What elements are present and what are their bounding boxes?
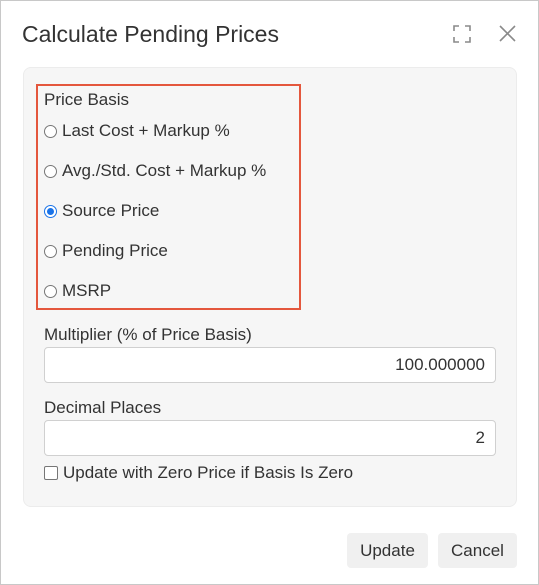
radio-button[interactable]	[44, 124, 57, 138]
price-basis-label: Price Basis	[44, 90, 130, 109]
maximize-icon[interactable]	[453, 25, 471, 43]
radio-msrp[interactable]: MSRP	[44, 280, 111, 302]
update-button[interactable]: Update	[347, 533, 428, 568]
calculate-pending-prices-dialog: Calculate Pending Prices Price Basis Las…	[0, 0, 539, 585]
radio-label: MSRP	[62, 281, 112, 300]
radio-button[interactable]	[44, 244, 57, 258]
zero-price-checkbox[interactable]	[44, 466, 58, 480]
radio-source-price[interactable]: Source Price	[44, 200, 159, 222]
radio-avg-std-cost-markup[interactable]: Avg./Std. Cost + Markup %	[44, 160, 266, 182]
radio-label: Pending Price	[62, 241, 168, 260]
multiplier-input[interactable]	[44, 347, 496, 383]
zero-price-label: Update with Zero Price if Basis Is Zero	[63, 463, 354, 482]
radio-pending-price[interactable]: Pending Price	[44, 240, 168, 262]
radio-label: Source Price	[62, 201, 160, 220]
decimal-places-label: Decimal Places	[44, 398, 162, 417]
multiplier-label: Multiplier (% of Price Basis)	[44, 325, 252, 344]
close-icon[interactable]	[499, 25, 516, 42]
dialog-title: Calculate Pending Prices	[22, 21, 279, 47]
decimal-places-input[interactable]	[44, 420, 496, 456]
radio-button[interactable]	[44, 284, 57, 298]
price-basis-highlight	[36, 84, 301, 310]
cancel-button[interactable]: Cancel	[438, 533, 517, 568]
radio-button[interactable]	[44, 164, 57, 178]
zero-price-option[interactable]: Update with Zero Price if Basis Is Zero	[44, 462, 353, 484]
radio-last-cost-markup[interactable]: Last Cost + Markup %	[44, 120, 230, 142]
radio-label: Last Cost + Markup %	[62, 121, 230, 140]
radio-button-selected[interactable]	[44, 204, 57, 218]
radio-label: Avg./Std. Cost + Markup %	[62, 161, 267, 180]
